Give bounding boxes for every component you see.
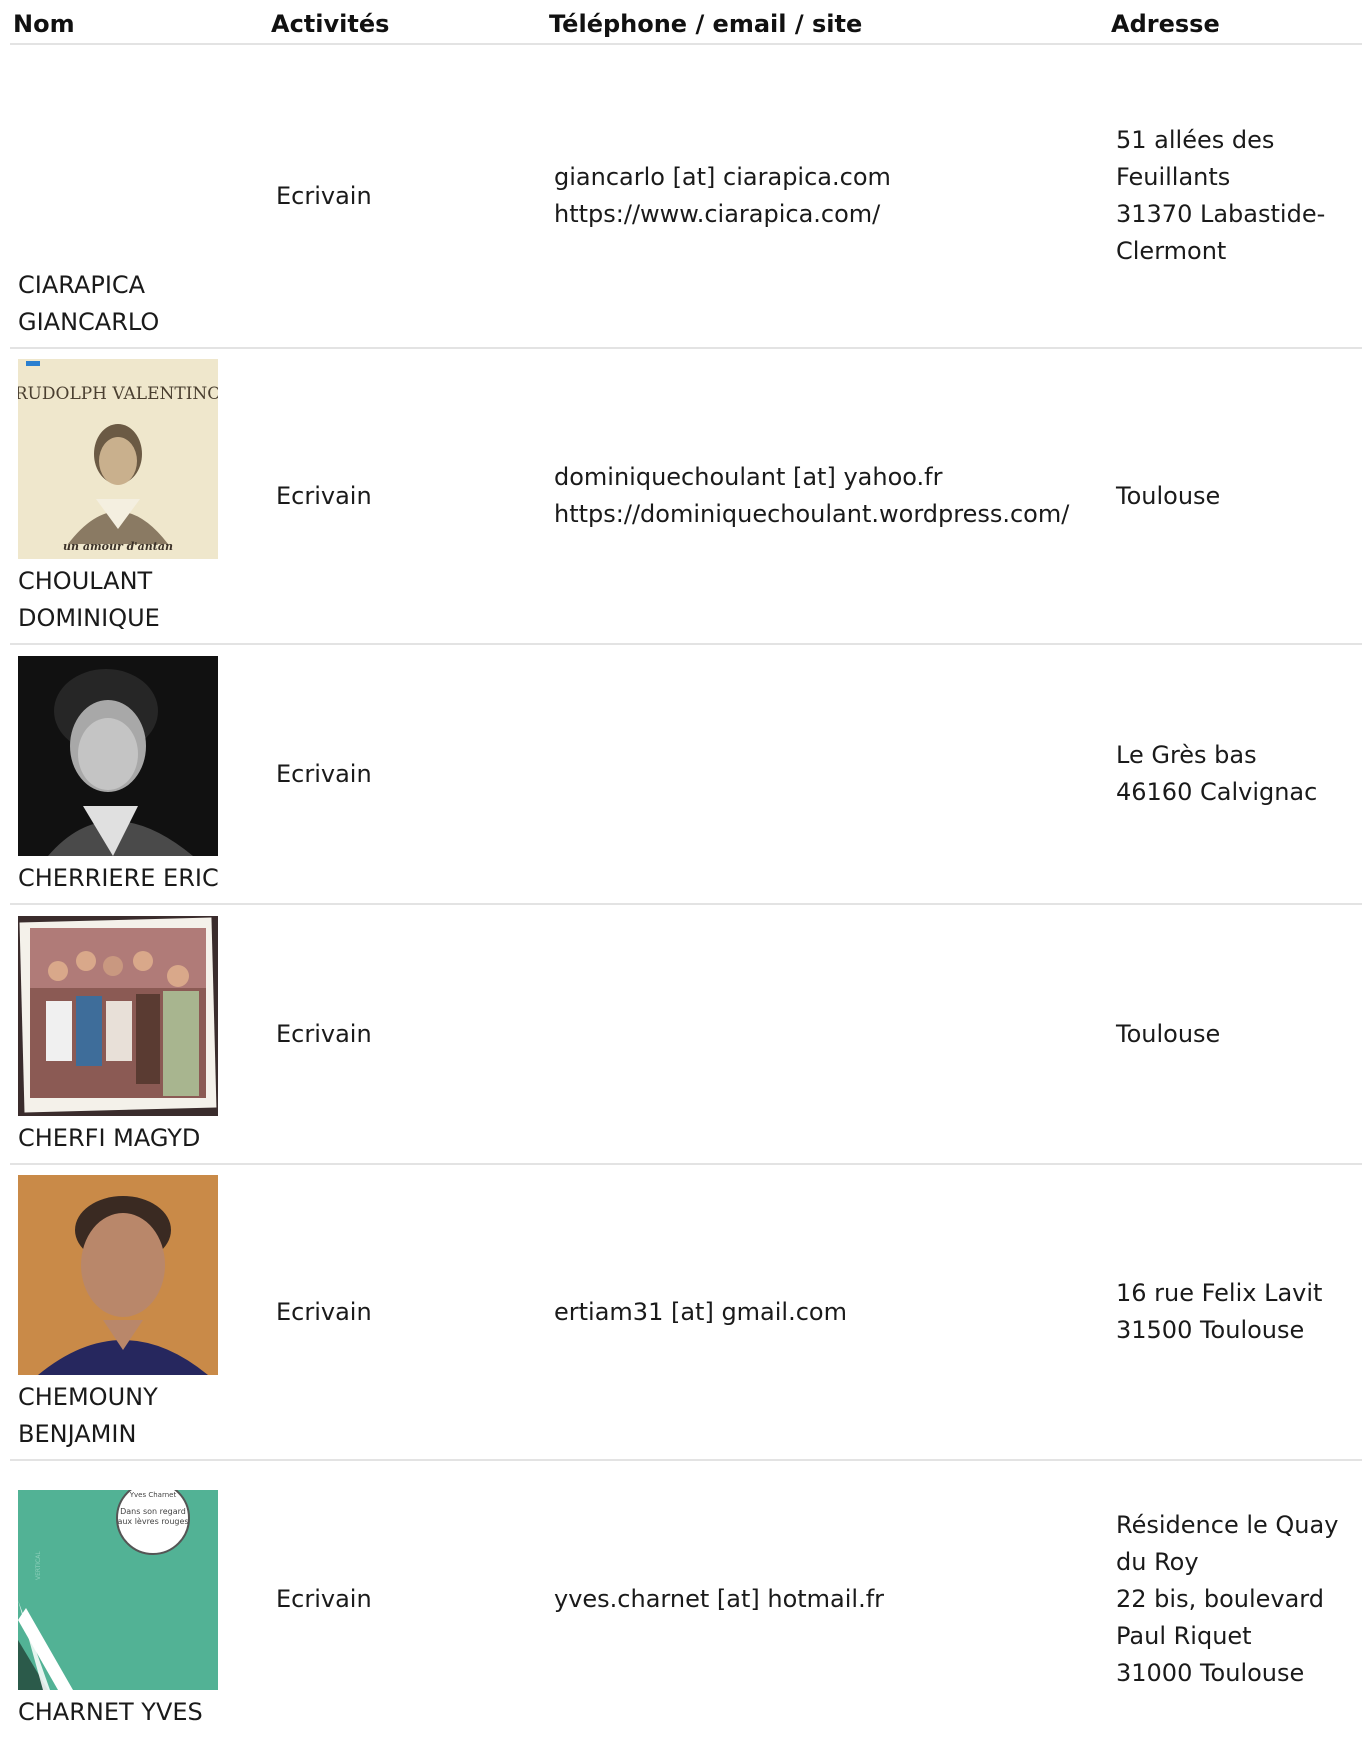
contact-cell: giancarlo [at] ciarapica.com https://www… <box>546 44 1108 349</box>
address-line: 51 allées des <box>1116 126 1275 154</box>
book-cover-image[interactable]: RUDOLPH VALENTINO un amour d'antan <box>18 359 218 559</box>
activity-cell: Ecrivain <box>268 644 546 905</box>
address-line: Le Grès bas <box>1116 741 1257 769</box>
table-row: CHERRIERE ERIC Ecrivain Le Grès bas 4616… <box>10 644 1362 905</box>
address-cell: Le Grès bas 46160 Calvignac <box>1108 644 1362 905</box>
email-link[interactable]: ertiam31 [at] gmail.com <box>554 1294 1100 1331</box>
name-cell: Yves Charnet Dans son regard aux lèvres … <box>10 1460 268 1737</box>
author-name[interactable]: CHERRIERE ERIC <box>18 864 219 892</box>
book-cover-image[interactable]: Yves Charnet Dans son regard aux lèvres … <box>18 1490 218 1690</box>
author-name[interactable]: CHARNET YVES <box>18 1698 203 1726</box>
cover-spine-text: VERTICAL <box>35 1551 42 1580</box>
email-link[interactable]: yves.charnet [at] hotmail.fr <box>554 1581 1100 1618</box>
name-cell: CHEMOUNY BENJAMIN <box>10 1164 268 1461</box>
activity-cell: Ecrivain <box>268 44 546 349</box>
activity-cell: Ecrivain <box>268 1164 546 1461</box>
address-line: Feuillants <box>1116 163 1231 191</box>
cover-title-line: aux lèvres rouges <box>117 1516 188 1526</box>
cover-title-line: Dans son regard <box>120 1507 186 1516</box>
address-line: Clermont <box>1116 237 1227 265</box>
contact-cell: yves.charnet [at] hotmail.fr <box>546 1460 1108 1737</box>
email-link[interactable]: giancarlo [at] ciarapica.com <box>554 159 1100 196</box>
contact-cell: ertiam31 [at] gmail.com <box>546 1164 1108 1461</box>
contact-cell <box>546 904 1108 1165</box>
cover-author: Yves Charnet <box>129 1491 177 1499</box>
author-photo[interactable] <box>18 1175 218 1375</box>
address-cell: Résidence le Quay du Roy 22 bis, bouleva… <box>1108 1460 1362 1737</box>
address-line: Toulouse <box>1116 1019 1221 1048</box>
name-cell: CHERFI MAGYD <box>10 904 268 1165</box>
address-cell: 51 allées des Feuillants 31370 Labastide… <box>1108 44 1362 349</box>
contact-cell <box>546 644 1108 905</box>
table-row: CHERFI MAGYD Ecrivain Toulouse <box>10 904 1362 1165</box>
name-cell: CHERRIERE ERIC <box>10 644 268 905</box>
activity-cell: Ecrivain <box>268 904 546 1165</box>
address-line: 22 bis, boulevard <box>1116 1584 1324 1613</box>
activity-cell: Ecrivain <box>276 1584 372 1613</box>
authors-table: Nom Activités Téléphone / email / site A… <box>10 0 1362 1737</box>
address-line: du Roy <box>1116 1547 1199 1576</box>
address-cell: Toulouse <box>1108 348 1362 645</box>
table-row: CHEMOUNY BENJAMIN Ecrivain ertiam31 [at]… <box>10 1164 1362 1461</box>
contact-cell: dominiquechoulant [at] yahoo.fr https://… <box>546 348 1108 645</box>
header-activites: Activités <box>268 0 546 45</box>
table-row: Yves Charnet Dans son regard aux lèvres … <box>10 1460 1362 1737</box>
table-row: CIARAPICA GIANCARLO Ecrivain giancarlo [… <box>10 44 1362 349</box>
header-adresse: Adresse <box>1108 0 1362 45</box>
header-nom: Nom <box>10 0 268 45</box>
address-line: 16 rue Felix Lavit <box>1116 1279 1323 1307</box>
author-name[interactable]: CHOULANT DOMINIQUE <box>18 567 160 632</box>
address-line: 31500 Toulouse <box>1116 1316 1305 1344</box>
table-row: RUDOLPH VALENTINO un amour d'antan CHOUL… <box>10 348 1362 645</box>
author-name[interactable]: CHERFI MAGYD <box>18 1124 200 1152</box>
website-link[interactable]: https://www.ciarapica.com/ <box>554 196 1100 233</box>
cover-caption: un amour d'antan <box>63 540 173 553</box>
name-cell: CIARAPICA GIANCARLO <box>10 44 268 349</box>
author-name[interactable]: CIARAPICA GIANCARLO <box>18 271 159 336</box>
author-photo[interactable] <box>18 656 218 856</box>
cover-title: RUDOLPH VALENTINO <box>18 384 218 404</box>
website-link[interactable]: https://dominiquechoulant.wordpress.com/ <box>554 496 1100 533</box>
table-header-row: Nom Activités Téléphone / email / site A… <box>10 0 1362 45</box>
header-contact: Téléphone / email / site <box>546 0 1108 45</box>
address-line: Paul Riquet <box>1116 1621 1252 1650</box>
address-line: 31370 Labastide- <box>1116 200 1326 228</box>
address-line: Résidence le Quay <box>1116 1510 1339 1539</box>
author-name[interactable]: CHEMOUNY BENJAMIN <box>18 1383 158 1448</box>
family-photo[interactable] <box>18 916 218 1116</box>
address-line: 31000 Toulouse <box>1116 1658 1305 1687</box>
address-cell: 16 rue Felix Lavit 31500 Toulouse <box>1108 1164 1362 1461</box>
name-cell: RUDOLPH VALENTINO un amour d'antan CHOUL… <box>10 348 268 645</box>
email-link[interactable]: dominiquechoulant [at] yahoo.fr <box>554 459 1100 496</box>
address-line: 46160 Calvignac <box>1116 778 1318 806</box>
activity-cell: Ecrivain <box>268 348 546 645</box>
address-cell: Toulouse <box>1108 904 1362 1165</box>
address-line: Toulouse <box>1116 481 1221 510</box>
